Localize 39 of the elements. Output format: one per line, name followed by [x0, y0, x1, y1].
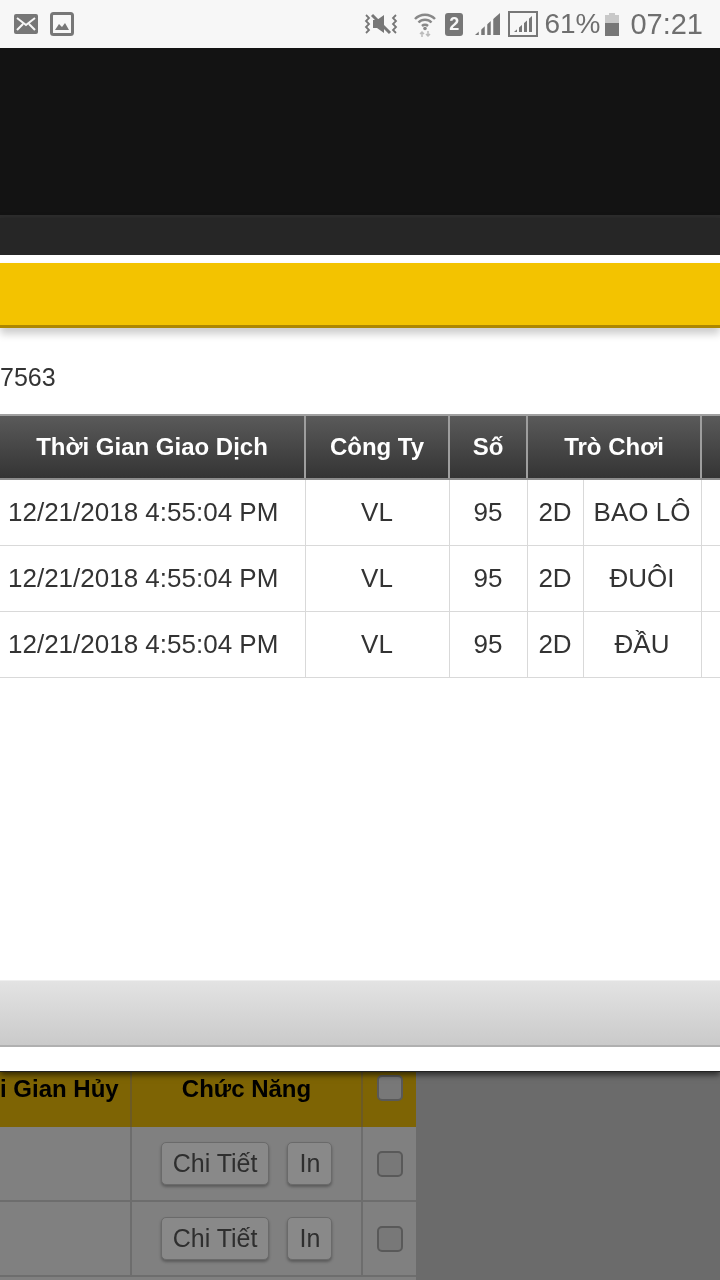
- select-all-checkbox[interactable]: [376, 1075, 403, 1102]
- column-header: Thời Gian Giao Dịch: [0, 415, 305, 479]
- table-cell: 95: [449, 545, 527, 612]
- action-button[interactable]: In: [287, 1217, 333, 1260]
- table-cell: 2D: [527, 611, 583, 678]
- battery-percentage: 61%: [544, 8, 601, 40]
- table-cell: VL: [305, 545, 449, 612]
- action-button[interactable]: Chi Tiết: [160, 1142, 270, 1185]
- action-button[interactable]: Chi Tiết: [160, 1217, 270, 1260]
- table-cell: 95: [449, 611, 527, 678]
- table-cell: 2D: [527, 545, 583, 612]
- table-cell: VL: [305, 611, 449, 678]
- mail-icon: [14, 14, 38, 34]
- signal-icon: [508, 11, 539, 37]
- table-cell: 12/21/2018 4:55:04 PM: [0, 611, 305, 678]
- vibrate-mute-icon: [363, 12, 400, 36]
- table-cell: VL: [305, 479, 449, 546]
- column-header: Số: [449, 415, 527, 479]
- table-cell: 12/21/2018 4:55:04 PM: [0, 545, 305, 612]
- row-checkbox[interactable]: [376, 1150, 403, 1177]
- table-cell: 12/21/2018 4:55:04 PM: [0, 479, 305, 546]
- row-checkbox[interactable]: [376, 1225, 403, 1252]
- sim-indicator: 2: [445, 12, 464, 36]
- action-button[interactable]: In: [287, 1142, 333, 1185]
- header-cell: [701, 415, 720, 479]
- table-cell: ĐUÔI: [583, 545, 701, 612]
- table-cell: 2D: [527, 479, 583, 546]
- column-header: Trò Chơi: [527, 415, 701, 479]
- image-icon: [50, 12, 74, 36]
- table-cell: 95: [449, 479, 527, 546]
- clock-time: 07:21: [630, 8, 703, 40]
- account-number: 7563: [0, 363, 57, 391]
- signal-icon: [475, 13, 502, 35]
- column-header: i Gian Hủy: [0, 1072, 131, 1127]
- column-header: Công Ty: [305, 415, 449, 479]
- column-header: Chức Năng: [131, 1072, 362, 1127]
- table-cell: BAO LÔ: [583, 479, 701, 546]
- table-cell: ĐẦU: [583, 611, 701, 678]
- battery-icon: [605, 12, 620, 36]
